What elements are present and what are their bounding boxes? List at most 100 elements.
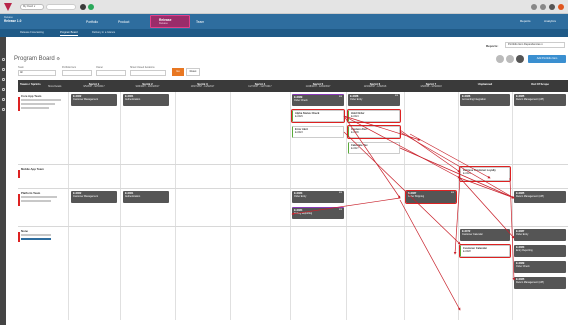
column-sprint-4: Sprint 4 11/7/2017 - 11/27/2017 (230, 80, 290, 92)
release-context-name: Release 1.0 (4, 19, 22, 23)
team-core-app[interactable]: Core App Team (21, 94, 41, 98)
release-context[interactable]: Release Release 1.0 (4, 16, 64, 27)
card-name: Order Check (516, 265, 530, 268)
portfolio-card[interactable]: E-0085 Return Management (API) (514, 94, 566, 106)
team-progress-bar (21, 99, 61, 101)
portfolio-card[interactable]: E-0086 Accounting Integration (460, 94, 510, 106)
card-name: Debug Reporting (294, 212, 313, 215)
card-name: Customer Management (73, 98, 98, 101)
nav-portfolio[interactable]: Portfolio (86, 18, 98, 26)
column-divider (458, 92, 459, 320)
workspace-selector[interactable]: My Dash ▾ (20, 4, 44, 10)
portfolio-card[interactable]: E-0061 Authentication (123, 191, 169, 203)
nav-analytics[interactable]: Analytics (544, 19, 556, 23)
reports-select-value: Portfolio Item Dependencies (508, 43, 541, 46)
add-portfolio-item-button[interactable]: Add Portfolio Item (528, 55, 566, 63)
portfolio-card[interactable]: E-0087 Order Entry (514, 229, 566, 241)
closed-iterations-select[interactable] (130, 70, 166, 76)
owner-filter-label: Owner (96, 66, 104, 69)
nav-release[interactable]: Release Release (150, 15, 190, 28)
nav-team[interactable]: Team (196, 18, 204, 26)
column-divider (512, 92, 513, 320)
card-name: Order Entry (350, 98, 363, 101)
portfolio-card[interactable]: E-0084 Debug Reporting 8/8 (292, 207, 344, 219)
search-input[interactable] (46, 4, 76, 10)
board-icon[interactable] (1, 78, 5, 81)
card-id: E-0028 (463, 250, 471, 253)
portfolio-card[interactable]: E-0062 Customer Management (71, 94, 117, 106)
row-divider (18, 226, 568, 227)
portfolio-card[interactable]: Error Alert E-0023 (292, 126, 344, 138)
team-mobile-app[interactable]: Mobile App Team (21, 167, 44, 171)
refresh-icon[interactable] (506, 55, 514, 63)
portfolio-card[interactable]: E-0088 Order Entry 8/8 (348, 94, 400, 106)
portfolio-card[interactable]: E-0061 Authentication (123, 94, 169, 106)
teams-sprints-header: Teams / Sprints (20, 82, 41, 86)
portfolio-card[interactable]: Retrieve Customer Loyalty E-0029 (459, 166, 511, 182)
owner-filter-select[interactable] (96, 70, 126, 76)
card-name: Authentication (125, 195, 141, 198)
subnav-release-forecasting[interactable]: Release Forecasting (20, 31, 44, 34)
nav-release-label: Release (159, 17, 172, 22)
team-progress-bar (21, 196, 57, 198)
list-icon[interactable] (1, 68, 5, 71)
portfolio-card[interactable]: E-0072 Customer Calendar (460, 229, 510, 241)
app-logo-icon[interactable] (4, 3, 12, 11)
portfolio-card[interactable]: Alpha Status Check E-0029 (291, 109, 345, 123)
portfolio-card[interactable]: E-0087 Order Shipping 8/8 (405, 190, 457, 204)
portfolio-card[interactable]: Calculate Tax E-0027 (348, 142, 400, 154)
nav-product[interactable]: Product (118, 18, 129, 26)
next-icon[interactable] (516, 55, 524, 63)
card-points: 8/8 (338, 96, 342, 98)
notification-icon[interactable] (540, 4, 546, 10)
team-marker (18, 170, 20, 178)
show-details-link[interactable]: Show Details (48, 86, 61, 88)
subnav-program-board[interactable]: Program Board (60, 31, 78, 36)
user-avatar-icon[interactable] (558, 4, 564, 10)
trash-icon[interactable] (1, 108, 5, 111)
subnav-delivery[interactable]: Delivery in a Glance (92, 31, 115, 34)
card-name: Order Entry (516, 233, 529, 236)
reset-button[interactable]: Reset (186, 68, 200, 76)
column-sprint-1: Sprint 1 9/5/2017 - 9/25/2017 (68, 80, 120, 92)
portfolio-card[interactable]: E-0085 Return Management (API) (514, 277, 566, 289)
team-filter-select[interactable]: All (18, 70, 56, 76)
portfolio-card[interactable]: Hold Order E-0024 (347, 109, 401, 123)
card-name: Order Entry (294, 195, 307, 198)
reports-select[interactable]: Portfolio Item Dependencies ▾ (505, 42, 565, 48)
row-divider (18, 188, 568, 189)
add-icon[interactable] (1, 58, 5, 61)
column-dates: 11/28/2017 - 12/18/2017 (305, 86, 331, 88)
prev-icon[interactable] (496, 55, 504, 63)
card-points: 8/8 (338, 209, 342, 211)
nav-reports[interactable]: Reports (520, 19, 531, 23)
portfolio-card[interactable]: Customer Calendar E-0028 (459, 244, 511, 258)
chart-icon[interactable] (1, 88, 5, 91)
team-none[interactable]: None (21, 229, 28, 233)
portfolio-card[interactable]: E-0089 Order Check 8/8 (292, 94, 344, 106)
card-id: E-0096 (351, 131, 359, 134)
settings-icon[interactable] (1, 98, 5, 101)
column-sprint-2: Sprint 2 9/26/2017 - 10/16/2017 (120, 80, 175, 92)
portfolio-card[interactable]: E-0089 Order Check (514, 261, 566, 273)
column-dates: 10/17/2017 - 11/6/2017 (190, 86, 215, 88)
portfolio-card[interactable]: E-0062 Customer Management (71, 191, 117, 203)
card-name: Order Shipping (408, 195, 425, 198)
portfolio-filter-label: Portfolio Item (62, 66, 77, 69)
add-icon[interactable] (88, 4, 94, 10)
portfolio-card[interactable]: E-0085 Return Management (API) (514, 191, 566, 203)
portfolio-card[interactable]: E-0083 Order Entry 8/8 (292, 191, 344, 203)
portfolio-card[interactable]: Capture Alert E-0096 (347, 125, 401, 139)
closed-iterations-label: Show Closed Iterations (130, 66, 155, 69)
card-points: 8/8 (394, 95, 398, 97)
column-divider (230, 92, 231, 320)
team-platform[interactable]: Platform Team (21, 191, 40, 195)
help-icon[interactable] (531, 4, 537, 10)
go-button[interactable]: Go (172, 68, 184, 76)
portfolio-filter-select[interactable] (62, 70, 92, 76)
timer-icon[interactable] (80, 4, 86, 10)
column-divider (290, 92, 291, 320)
settings-gear-icon[interactable]: ⚙ (56, 56, 60, 61)
portfolio-card[interactable]: E-0083 Entry Reporting (514, 245, 566, 257)
settings-icon[interactable] (549, 4, 555, 10)
